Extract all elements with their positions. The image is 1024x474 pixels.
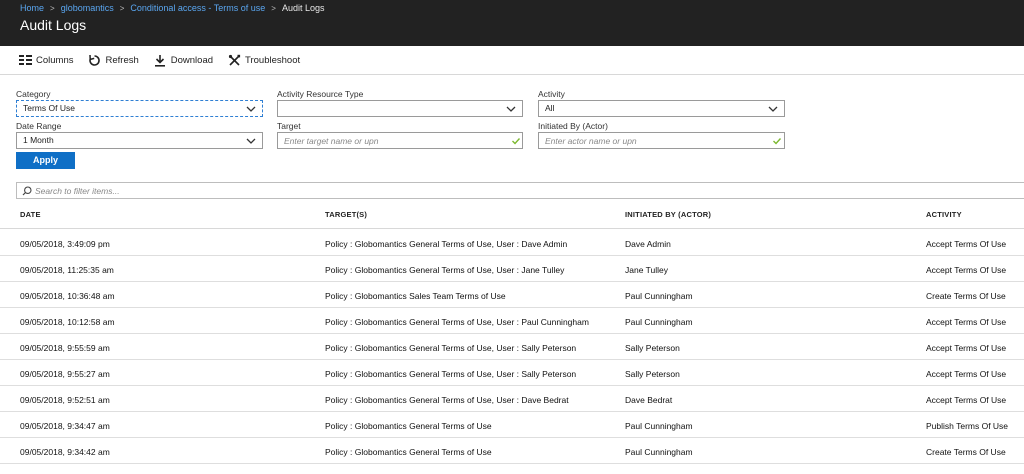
initiated-by-input[interactable] [538, 132, 785, 149]
table-row[interactable]: 09/05/2018, 10:12:58 am Policy : Globoma… [0, 308, 1024, 334]
cell-actor: Paul Cunningham [625, 291, 693, 301]
cell-actor: Paul Cunningham [625, 421, 693, 431]
columns-button[interactable]: Columns [18, 53, 74, 67]
chevron-down-icon [246, 106, 256, 112]
cell-target: Policy : Globomantics General Terms of U… [325, 265, 565, 275]
breadcrumb-home[interactable]: Home [20, 3, 44, 13]
cell-date: 09/05/2018, 10:36:48 am [20, 291, 115, 301]
cell-actor: Jane Tulley [625, 265, 668, 275]
category-select[interactable]: Terms Of Use [16, 100, 263, 117]
date-range-select[interactable]: 1 Month [16, 132, 263, 149]
cell-target: Policy : Globomantics General Terms of U… [325, 343, 577, 353]
breadcrumb-current: Audit Logs [281, 3, 325, 13]
refresh-label: Refresh [105, 54, 139, 66]
checkmark-icon [512, 138, 521, 145]
cell-target: Policy : Globomantics General Terms of U… [325, 395, 569, 405]
table-row[interactable]: 09/05/2018, 9:55:59 am Policy : Globoman… [0, 334, 1024, 360]
cell-activity: Accept Terms Of Use [926, 395, 1007, 405]
page-title: Audit Logs [20, 17, 87, 33]
column-header-activity[interactable]: ACTIVITY [926, 210, 962, 219]
cell-actor: Sally Peterson [625, 369, 680, 379]
cell-date: 09/05/2018, 9:55:59 am [20, 343, 110, 353]
download-icon [153, 53, 167, 67]
apply-button[interactable]: Apply [16, 152, 75, 169]
table-row[interactable]: 09/05/2018, 9:52:51 am Policy : Globoman… [0, 386, 1024, 412]
cell-date: 09/05/2018, 9:55:27 am [20, 369, 110, 379]
activity-value: All [545, 103, 555, 113]
chevron-right-icon: > [271, 3, 276, 13]
cell-date: 09/05/2018, 9:52:51 am [20, 395, 110, 405]
cell-target: Policy : Globomantics General Terms of U… [325, 317, 589, 327]
columns-label: Columns [36, 54, 74, 66]
table-row[interactable]: 09/05/2018, 9:55:27 am Policy : Globoman… [0, 360, 1024, 386]
cell-actor: Sally Peterson [625, 343, 680, 353]
cell-date: 09/05/2018, 9:34:47 am [20, 421, 110, 431]
cell-date: 09/05/2018, 11:25:35 am [20, 265, 114, 275]
category-label: Category [16, 89, 51, 99]
toolbar: Columns Refresh Download Troubleshoot [0, 46, 1024, 75]
cell-target: Policy : Globomantics General Terms of U… [325, 421, 492, 431]
cell-activity: Accept Terms Of Use [926, 369, 1007, 379]
date-range-label: Date Range [16, 121, 62, 131]
cell-actor: Dave Admin [625, 239, 671, 249]
table-row[interactable]: 09/05/2018, 11:25:35 am Policy : Globoma… [0, 256, 1024, 282]
cell-activity: Accept Terms Of Use [926, 317, 1007, 327]
table-header: DATE TARGET(S) INITIATED BY (ACTOR) ACTI… [0, 200, 1024, 229]
cell-actor: Paul Cunningham [625, 317, 693, 327]
cell-target: Policy : Globomantics General Terms of U… [325, 239, 568, 249]
resource-type-label: Activity Resource Type [277, 89, 364, 99]
cell-date: 09/05/2018, 10:12:58 am [20, 317, 115, 327]
wrench-screwdriver-icon [227, 53, 241, 67]
cell-activity: Publish Terms Of Use [926, 421, 1009, 431]
resource-type-select[interactable] [277, 100, 523, 117]
cell-activity: Accept Terms Of Use [926, 265, 1007, 275]
column-header-date[interactable]: DATE [20, 210, 41, 219]
cell-activity: Accept Terms Of Use [926, 239, 1007, 249]
cell-activity: Create Terms Of Use [926, 291, 1006, 301]
breadcrumb-terms-of-use[interactable]: Conditional access - Terms of use [130, 3, 265, 13]
activity-label: Activity [538, 89, 565, 99]
cell-target: Policy : Globomantics Sales Team Terms o… [325, 291, 506, 301]
search-icon [22, 186, 32, 196]
column-header-initiated-by[interactable]: INITIATED BY (ACTOR) [625, 210, 711, 219]
chevron-down-icon [768, 106, 778, 112]
cell-activity: Accept Terms Of Use [926, 343, 1007, 353]
chevron-down-icon [506, 106, 516, 112]
chevron-right-icon: > [119, 3, 125, 13]
cell-target: Policy : Globomantics General Terms of U… [325, 447, 492, 457]
search-bar [16, 182, 1024, 199]
search-input[interactable] [35, 183, 935, 198]
column-header-targets[interactable]: TARGET(S) [325, 210, 367, 219]
checkmark-icon [773, 138, 782, 145]
cell-actor: Paul Cunningham [625, 447, 693, 457]
refresh-button[interactable]: Refresh [88, 53, 139, 67]
cell-target: Policy : Globomantics General Terms of U… [325, 369, 577, 379]
breadcrumb: Home > globomantics > Conditional access… [20, 3, 325, 13]
cell-activity: Create Terms Of Use [926, 447, 1006, 457]
columns-icon [18, 53, 32, 67]
activity-select[interactable]: All [538, 100, 785, 117]
blade-header: Home > globomantics > Conditional access… [0, 0, 1024, 46]
category-value: Terms Of Use [23, 103, 75, 113]
refresh-icon [88, 53, 102, 67]
chevron-right-icon: > [50, 3, 55, 13]
breadcrumb-tenant[interactable]: globomantics [61, 3, 114, 13]
target-label: Target [277, 121, 301, 131]
chevron-down-icon [246, 138, 256, 144]
initiated-by-label: Initiated By (Actor) [538, 121, 608, 131]
cell-date: 09/05/2018, 9:34:42 am [20, 447, 110, 457]
date-range-value: 1 Month [23, 135, 54, 145]
troubleshoot-button[interactable]: Troubleshoot [227, 53, 300, 67]
table-row[interactable]: 09/05/2018, 9:34:42 am Policy : Globoman… [0, 438, 1024, 464]
download-label: Download [170, 54, 214, 66]
cell-actor: Dave Bedrat [625, 395, 673, 405]
table-row[interactable]: 09/05/2018, 3:49:09 pm Policy : Globoman… [0, 230, 1024, 256]
target-input[interactable] [277, 132, 523, 149]
table-row[interactable]: 09/05/2018, 10:36:48 am Policy : Globoma… [0, 282, 1024, 308]
download-button[interactable]: Download [153, 53, 213, 67]
cell-date: 09/05/2018, 3:49:09 pm [20, 239, 110, 249]
table-row[interactable]: 09/05/2018, 9:34:47 am Policy : Globoman… [0, 412, 1024, 438]
troubleshoot-label: Troubleshoot [245, 54, 301, 66]
